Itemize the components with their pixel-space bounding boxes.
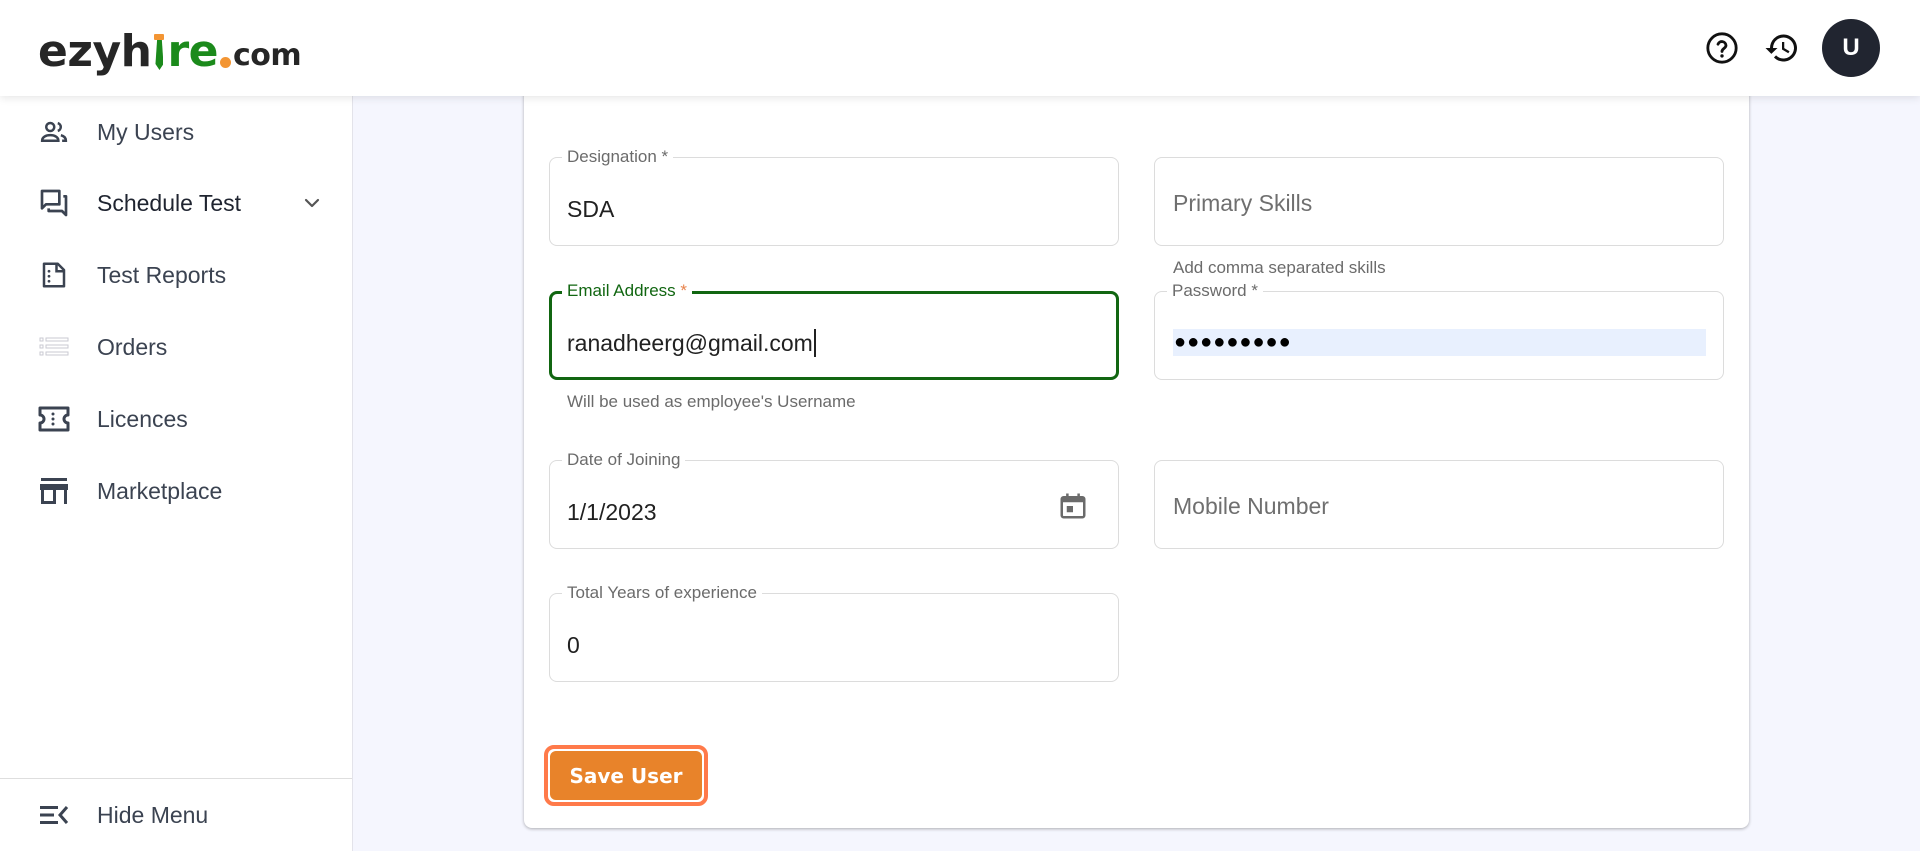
email-value[interactable]: ranadheerg@gmail.com	[567, 329, 816, 357]
help-button[interactable]	[1702, 28, 1742, 68]
history-button[interactable]	[1762, 28, 1802, 68]
history-icon	[1765, 34, 1797, 62]
sidebar-item-label: Test Reports	[97, 261, 227, 288]
designation-label: Designation *	[562, 148, 674, 166]
top-header: ezyh re com U	[0, 0, 1920, 96]
primary-skills-helper: Add comma separated skills	[1173, 258, 1386, 277]
logo-text-green: re	[167, 26, 219, 77]
sidebar-item-marketplace[interactable]: Marketplace	[0, 463, 352, 519]
password-value[interactable]: ●●●●●●●●●	[1173, 329, 1706, 356]
email-helper: Will be used as employee's Username	[567, 392, 856, 411]
password-label: Password *	[1167, 282, 1263, 300]
password-field[interactable]: Password * ●●●●●●●●●	[1154, 282, 1724, 380]
sidebar-divider	[0, 778, 352, 779]
user-avatar[interactable]: U	[1822, 19, 1880, 77]
save-user-label: Save User	[550, 751, 702, 800]
menu-collapse-icon	[38, 799, 70, 831]
header-actions: U	[1702, 19, 1880, 77]
users-icon	[38, 116, 70, 148]
sidebar-item-my-users[interactable]: My Users	[0, 104, 352, 160]
primary-skills-placeholder: Primary Skills	[1173, 190, 1313, 216]
total-experience-field[interactable]: Total Years of experience 0	[549, 584, 1119, 682]
text-caret	[813, 329, 816, 357]
hide-menu-button[interactable]: Hide Menu	[0, 787, 352, 843]
designation-value[interactable]: SDA	[567, 195, 614, 223]
primary-skills-field[interactable]: Primary Skills	[1154, 157, 1724, 246]
hide-menu-label: Hide Menu	[97, 801, 209, 828]
sidebar-item-schedule-test[interactable]: Schedule Test	[0, 175, 352, 231]
sidebar-item-orders[interactable]: Orders	[0, 319, 352, 375]
chevron-down-icon[interactable]	[300, 191, 324, 215]
calendar-icon[interactable]	[1058, 491, 1088, 521]
sidebar-item-label: Licences	[97, 405, 188, 432]
mobile-number-placeholder: Mobile Number	[1173, 493, 1329, 519]
sidebar-item-test-reports[interactable]: Test Reports	[0, 247, 352, 303]
sidebar: My Users Schedule Test Test Reports Orde…	[0, 96, 353, 851]
logo-tie-icon	[152, 30, 166, 74]
chat-bubbles-icon	[38, 187, 70, 219]
store-icon	[38, 475, 70, 507]
sidebar-item-label: Orders	[97, 333, 168, 360]
list-icon	[38, 331, 70, 363]
ezyhire-logo[interactable]: ezyh re com	[38, 26, 302, 77]
sidebar-item-licences[interactable]: Licences	[0, 391, 352, 447]
sidebar-item-label: Marketplace	[97, 477, 223, 504]
date-of-joining-label: Date of Joining	[562, 451, 686, 469]
email-field[interactable]: Email Address * ranadheerg@gmail.com	[549, 282, 1119, 380]
date-of-joining-field[interactable]: Date of Joining 1/1/2023	[549, 451, 1119, 549]
add-user-form-card: Designation * SDA Primary Skills Add com…	[524, 20, 1749, 828]
email-label: Email Address *	[562, 282, 693, 300]
logo-dot	[220, 57, 232, 68]
total-experience-label: Total Years of experience	[562, 584, 762, 602]
help-circle-icon	[1706, 32, 1738, 64]
designation-field[interactable]: Designation * SDA	[549, 148, 1119, 246]
sidebar-item-label: My Users	[97, 118, 195, 145]
report-icon	[38, 259, 70, 291]
ticket-icon	[38, 403, 70, 435]
total-experience-value[interactable]: 0	[567, 631, 580, 659]
mobile-number-field[interactable]: Mobile Number	[1154, 460, 1724, 549]
logo-text-main: ezyh	[38, 26, 152, 77]
logo-text-com: com	[233, 38, 302, 73]
save-user-button[interactable]: Save User	[544, 745, 708, 806]
sidebar-item-label: Schedule Test	[97, 189, 242, 216]
date-of-joining-value[interactable]: 1/1/2023	[567, 498, 657, 526]
